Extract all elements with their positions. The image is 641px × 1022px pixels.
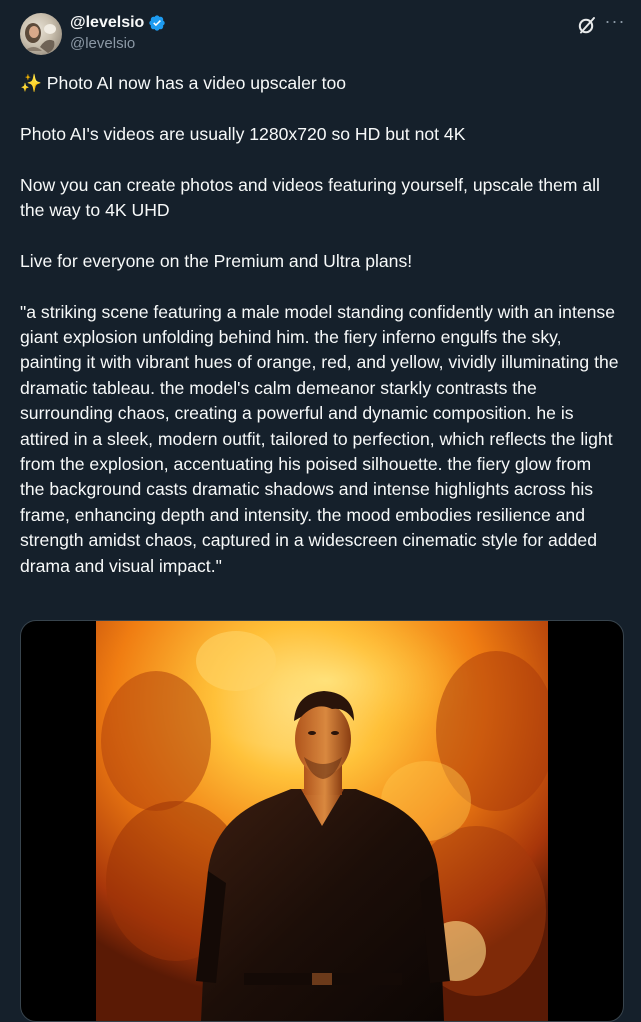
- tweet-paragraph: "a striking scene featuring a male model…: [20, 301, 624, 576]
- author-handle[interactable]: @levelsio: [70, 35, 135, 52]
- grok-slash-icon[interactable]: [577, 15, 597, 35]
- author-display-name[interactable]: @levelsio: [70, 14, 144, 32]
- avatar[interactable]: [20, 13, 62, 55]
- author-name-row: @levelsio: [70, 12, 166, 34]
- verified-badge-icon: [148, 14, 166, 32]
- tweet-paragraph: Live for everyone on the Premium and Ult…: [20, 250, 413, 271]
- video-player[interactable]: [20, 620, 624, 1022]
- tweet-header: @levelsio @levelsio ···: [0, 0, 641, 70]
- explosion-scene-image: [96, 621, 548, 1021]
- tweet-paragraph: Photo AI's videos are usually 1280x720 s…: [20, 123, 466, 144]
- video-frame: [96, 621, 548, 1021]
- avatar-image: [24, 23, 56, 53]
- tweet-paragraph: ✨ Photo AI now has a video upscaler too: [20, 73, 347, 93]
- tweet-body: ✨ Photo AI now has a video upscaler too …: [20, 71, 620, 579]
- tweet-paragraph: Now you can create photos and videos fea…: [20, 174, 605, 220]
- more-horizontal-icon[interactable]: ···: [603, 12, 627, 34]
